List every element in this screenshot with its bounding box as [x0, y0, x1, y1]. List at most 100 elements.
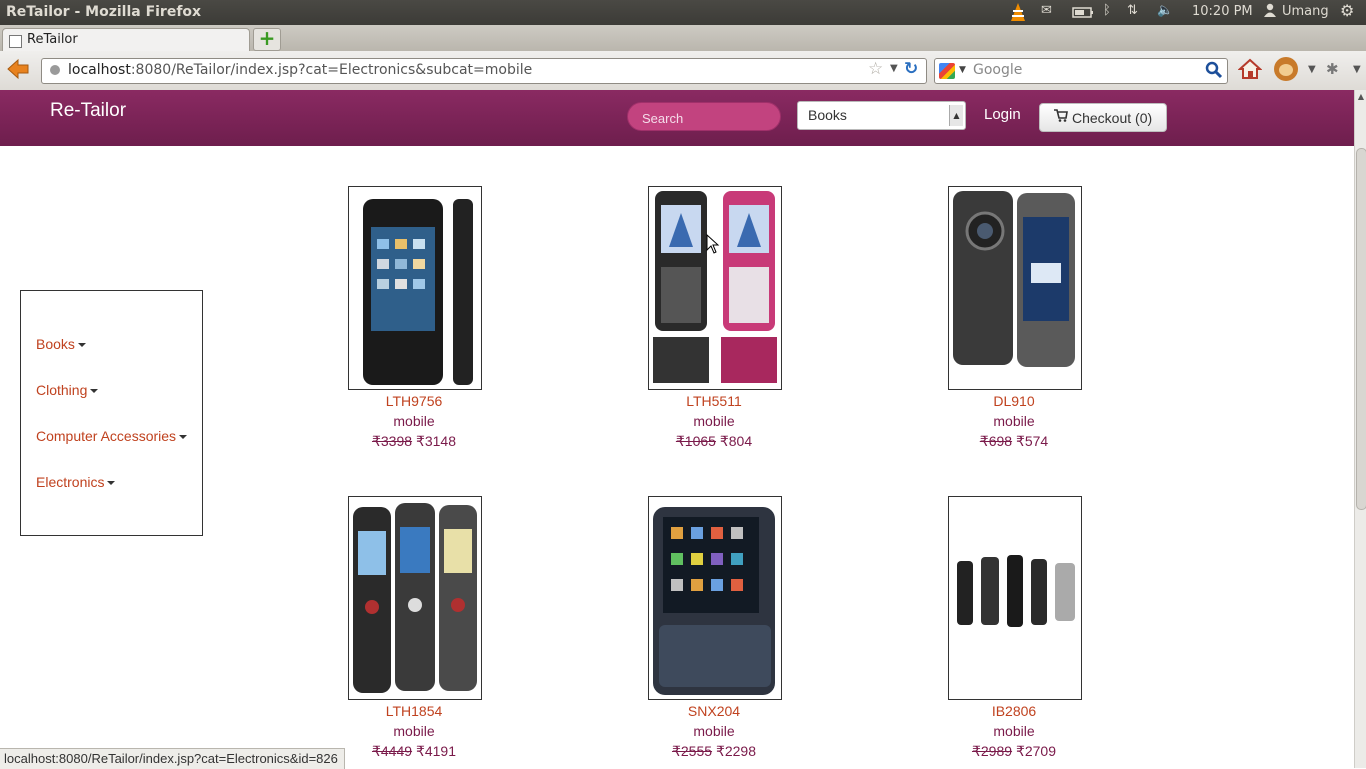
battery-icon[interactable]: [1072, 3, 1094, 25]
brand-logo[interactable]: Re-Tailor: [50, 100, 126, 122]
product-name[interactable]: DL910: [914, 391, 1114, 411]
product-card-lth5511: LTH5511 mobile ₹1065 ₹804: [614, 391, 814, 451]
tab-label: ReTailor: [27, 32, 78, 47]
volume-icon[interactable]: 🔈: [1157, 3, 1173, 18]
product-name[interactable]: LTH1854: [314, 701, 514, 721]
old-price: ₹3398: [371, 433, 413, 449]
product-category: mobile: [693, 413, 735, 429]
sidebar-item-electronics[interactable]: Electronics: [36, 474, 116, 490]
product-name[interactable]: LTH5511: [614, 391, 814, 411]
sidebar-item-label: Books: [36, 336, 75, 352]
scroll-thumb[interactable]: [1356, 148, 1366, 510]
scroll-up-icon[interactable]: ▲: [1355, 92, 1366, 101]
product-image-ib2806[interactable]: [948, 496, 1082, 700]
cart-icon: [1054, 109, 1068, 125]
category-selected-value: Books: [808, 107, 847, 123]
addon-icon[interactable]: ✱: [1326, 60, 1339, 78]
greasemonkey-icon[interactable]: [1274, 57, 1298, 81]
checkout-button[interactable]: Checkout (0): [1039, 103, 1167, 132]
tab-retailor[interactable]: ReTailor: [2, 28, 250, 52]
bluetooth-icon[interactable]: ᛒ: [1103, 3, 1111, 18]
current-price: ₹3148: [415, 433, 456, 449]
sidebar-item-label: Clothing: [36, 382, 88, 398]
sidebar-item-computer-accessories[interactable]: Computer Accessories: [36, 428, 188, 444]
product-category: mobile: [993, 413, 1035, 429]
sidebar-item-label: Computer Accessories: [36, 428, 177, 444]
power-gear-icon[interactable]: ⚙: [1340, 1, 1354, 20]
url-bar[interactable]: localhost:8080/ReTailor/index.jsp?cat=El…: [41, 58, 927, 84]
caret-down-icon: [107, 481, 116, 486]
os-top-panel: ReTailor - Mozilla Firefox ✉ ᛒ ⇅ 🔈 10:20…: [0, 0, 1366, 25]
sidebar-item-clothing[interactable]: Clothing: [36, 382, 99, 398]
back-arrow-icon[interactable]: [4, 58, 32, 82]
product-image-lth9756[interactable]: [348, 186, 482, 390]
current-price: ₹4191: [415, 743, 456, 759]
category-select[interactable]: Books ▲: [797, 101, 966, 130]
login-link[interactable]: Login: [984, 106, 1021, 123]
google-engine-icon[interactable]: [939, 63, 955, 79]
product-image-snx204[interactable]: [648, 496, 782, 700]
current-price: ₹804: [719, 433, 753, 449]
product-name[interactable]: LTH9756: [314, 391, 514, 411]
product-price: ₹1065 ₹804: [614, 431, 814, 451]
user-icon[interactable]: [1264, 3, 1276, 21]
bookmark-star-icon[interactable]: ☆: [868, 59, 883, 79]
user-name[interactable]: Umang: [1282, 4, 1329, 19]
caret-down-icon: [179, 435, 188, 440]
product-name[interactable]: SNX204: [614, 701, 814, 721]
product-card-dl910: DL910 mobile ₹698 ₹574: [914, 391, 1114, 451]
url-history-dropdown-icon[interactable]: ▼: [890, 63, 898, 74]
product-card-lth9756: LTH9756 mobile ₹3398 ₹3148: [314, 391, 514, 451]
product-price: ₹2555 ₹2298: [614, 741, 814, 761]
reload-icon[interactable]: ↻: [904, 59, 918, 79]
old-price: ₹2989: [971, 743, 1013, 759]
web-search-placeholder: Google: [973, 62, 1023, 78]
product-category: mobile: [393, 413, 435, 429]
network-icon[interactable]: ⇅: [1127, 3, 1138, 18]
product-category: mobile: [993, 723, 1035, 739]
web-search-box[interactable]: ▼ Google: [934, 58, 1228, 84]
search-icon[interactable]: [1205, 60, 1223, 84]
current-price: ₹2709: [1015, 743, 1056, 759]
product-image-dl910[interactable]: [948, 186, 1082, 390]
caret-down-icon: [90, 389, 99, 394]
sidebar-item-label: Electronics: [36, 474, 105, 490]
page-scrollbar[interactable]: ▲: [1354, 90, 1366, 768]
site-search-field[interactable]: [627, 102, 781, 131]
greasemonkey-menu-icon[interactable]: ▼: [1308, 64, 1316, 75]
checkout-label: Checkout (0): [1072, 110, 1153, 126]
product-category: mobile: [393, 723, 435, 739]
old-price: ₹1065: [675, 433, 716, 449]
status-bar: localhost:8080/ReTailor/index.jsp?cat=El…: [0, 748, 345, 769]
clock[interactable]: 10:20 PM: [1192, 4, 1253, 19]
site-identity-icon[interactable]: [50, 65, 60, 75]
product-card-ib2806: IB2806 mobile ₹2989 ₹2709: [914, 701, 1114, 761]
page-favicon-icon: [9, 35, 22, 48]
product-image-lth1854[interactable]: [348, 496, 482, 700]
new-tab-button[interactable]: +: [253, 28, 281, 51]
caret-down-icon: [77, 343, 86, 348]
sidebar-item-books[interactable]: Books: [36, 336, 86, 352]
url-text[interactable]: localhost:8080/ReTailor/index.jsp?cat=El…: [68, 62, 532, 78]
product-price: ₹3398 ₹3148: [314, 431, 514, 451]
product-category: mobile: [693, 723, 735, 739]
window-title: ReTailor - Mozilla Firefox: [6, 4, 202, 20]
mouse-cursor-icon: [706, 233, 720, 258]
select-arrow-icon[interactable]: ▲: [949, 105, 963, 126]
home-icon[interactable]: [1237, 57, 1263, 87]
vlc-icon[interactable]: [1008, 1, 1028, 27]
product-name[interactable]: IB2806: [914, 701, 1114, 721]
old-price: ₹698: [979, 433, 1013, 449]
addon-menu-icon[interactable]: ▼: [1353, 64, 1361, 75]
product-image-lth5511[interactable]: [648, 186, 782, 390]
product-price: ₹2989 ₹2709: [914, 741, 1114, 761]
engine-dropdown-icon[interactable]: ▼: [959, 65, 966, 75]
site-search-input[interactable]: [640, 108, 774, 128]
site-header: Re-Tailor Books ▲ Login Checkout (0): [0, 90, 1354, 146]
mail-icon[interactable]: ✉: [1041, 3, 1052, 18]
current-price: ₹574: [1015, 433, 1049, 449]
monkey-face: [1279, 64, 1293, 76]
product-card-snx204: SNX204 mobile ₹2555 ₹2298: [614, 701, 814, 761]
current-price: ₹2298: [715, 743, 756, 759]
old-price: ₹4449: [371, 743, 413, 759]
